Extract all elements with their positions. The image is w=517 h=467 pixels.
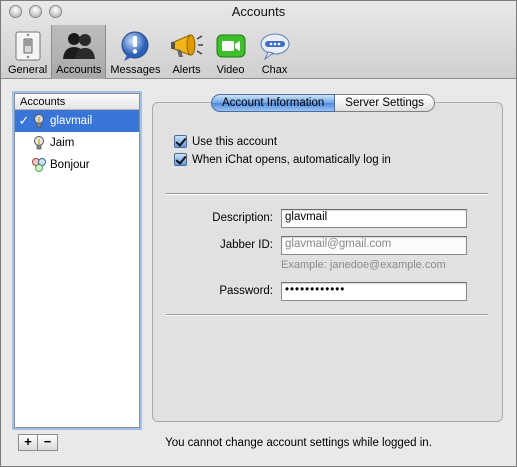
- tab-server-settings[interactable]: Server Settings: [335, 94, 435, 112]
- accounts-list[interactable]: Accounts ✓ glavmail Jaim Bonjour: [14, 93, 140, 428]
- megaphone-icon: [169, 29, 205, 63]
- auto-login-label: When iChat opens, automatically log in: [192, 153, 391, 166]
- settings-tabs: Account Information Server Settings: [211, 94, 435, 112]
- divider: [166, 193, 488, 195]
- window-title: Accounts: [231, 4, 286, 19]
- lightbulb-icon: [31, 113, 47, 129]
- jabber-id-label: Jabber ID:: [219, 239, 273, 251]
- lightbulb-icon: [31, 135, 47, 151]
- jabber-id-field[interactable]: glavmail@gmail.com: [281, 236, 467, 255]
- account-label: Jaim: [50, 137, 75, 149]
- account-label: glavmail: [50, 115, 93, 127]
- account-label: Bonjour: [50, 159, 90, 171]
- title-bar: Accounts General Accounts Messages Alert…: [1, 1, 516, 79]
- use-account-checkbox[interactable]: [174, 135, 187, 148]
- list-item-bonjour[interactable]: Bonjour: [15, 154, 139, 176]
- toolbar-accounts[interactable]: Accounts: [51, 25, 107, 79]
- chat-bubble-icon: [257, 29, 293, 63]
- exclamation-bubble-icon: [117, 29, 153, 63]
- jabber-id-hint: Example: janedoe@example.com: [281, 259, 446, 271]
- toolbar-general[interactable]: General: [4, 25, 51, 79]
- switch-icon: [10, 29, 46, 63]
- tab-account-information[interactable]: Account Information: [211, 94, 336, 112]
- password-label: Password:: [219, 285, 273, 297]
- preferences-window: Accounts General Accounts Messages Alert…: [0, 0, 517, 467]
- password-field[interactable]: ••••••••••••: [281, 282, 467, 301]
- auto-login-option[interactable]: When iChat opens, automatically log in: [174, 153, 391, 166]
- description-field[interactable]: glavmail: [281, 209, 467, 228]
- bonjour-icon: [31, 157, 47, 173]
- toolbar-video[interactable]: Video: [209, 25, 253, 79]
- divider: [166, 314, 488, 316]
- people-icon: [61, 29, 97, 63]
- toolbar: General Accounts Messages Alerts Video C…: [4, 25, 297, 79]
- toolbar-chax[interactable]: Chax: [253, 25, 297, 79]
- auto-login-checkbox[interactable]: [174, 153, 187, 166]
- accounts-list-header: Accounts: [15, 94, 139, 110]
- description-label: Description:: [212, 212, 273, 224]
- list-item-glavmail[interactable]: ✓ glavmail: [15, 110, 139, 132]
- list-item-jaim[interactable]: Jaim: [15, 132, 139, 154]
- toolbar-messages[interactable]: Messages: [106, 25, 164, 79]
- video-camera-icon: [213, 29, 249, 63]
- checkmark-icon: ✓: [18, 113, 30, 128]
- toolbar-alerts[interactable]: Alerts: [165, 25, 209, 79]
- status-message: You cannot change account settings while…: [165, 437, 432, 449]
- use-account-label: Use this account: [192, 135, 278, 148]
- use-account-option[interactable]: Use this account: [174, 135, 277, 148]
